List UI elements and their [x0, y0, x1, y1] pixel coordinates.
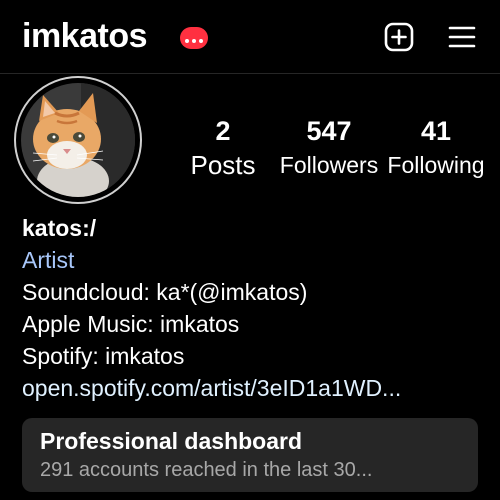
- posts-stat[interactable]: 2 Posts: [168, 115, 278, 181]
- menu-button[interactable]: [448, 24, 476, 50]
- bio-line: Soundcloud: ka*(@imkatos): [22, 279, 308, 305]
- posts-count: 2: [215, 116, 231, 146]
- hamburger-menu-icon: [448, 26, 476, 48]
- profile-bio: katos:/ Artist Soundcloud: ka*(@imkatos)…: [22, 212, 492, 404]
- followers-label: Followers: [279, 152, 379, 178]
- badge-dot: [192, 39, 196, 43]
- followers-count: 547: [306, 116, 352, 146]
- top-bar: imkatos: [0, 0, 500, 74]
- category-label[interactable]: Artist: [22, 244, 492, 276]
- create-post-button[interactable]: [384, 22, 414, 52]
- bio-line: Apple Music: imkatos: [22, 311, 240, 337]
- plus-square-icon: [384, 22, 414, 52]
- bio-line: Spotify: imkatos: [22, 343, 185, 369]
- following-count: 41: [420, 116, 452, 146]
- avatar-ring[interactable]: [14, 76, 142, 204]
- avatar: [21, 83, 135, 197]
- badge-dot: [185, 39, 189, 43]
- bio-link[interactable]: open.spotify.com/artist/3eID1a1WD...: [22, 372, 492, 404]
- following-label: Following: [387, 152, 485, 178]
- following-stat[interactable]: 41 Following: [381, 115, 491, 181]
- notification-badge[interactable]: [180, 27, 208, 49]
- display-name: katos:/: [22, 215, 97, 241]
- followers-stat[interactable]: 547 Followers: [274, 115, 384, 181]
- profile-username[interactable]: imkatos: [22, 14, 148, 58]
- posts-label: Posts: [190, 150, 256, 180]
- header-divider: [0, 73, 500, 74]
- dashboard-title: Professional dashboard: [40, 428, 303, 454]
- badge-dot: [199, 39, 203, 43]
- professional-dashboard-card[interactable]: Professional dashboard 291 accounts reac…: [22, 418, 478, 492]
- dashboard-subtitle: 291 accounts reached in the last 30...: [40, 459, 373, 481]
- cat-avatar: [21, 83, 135, 197]
